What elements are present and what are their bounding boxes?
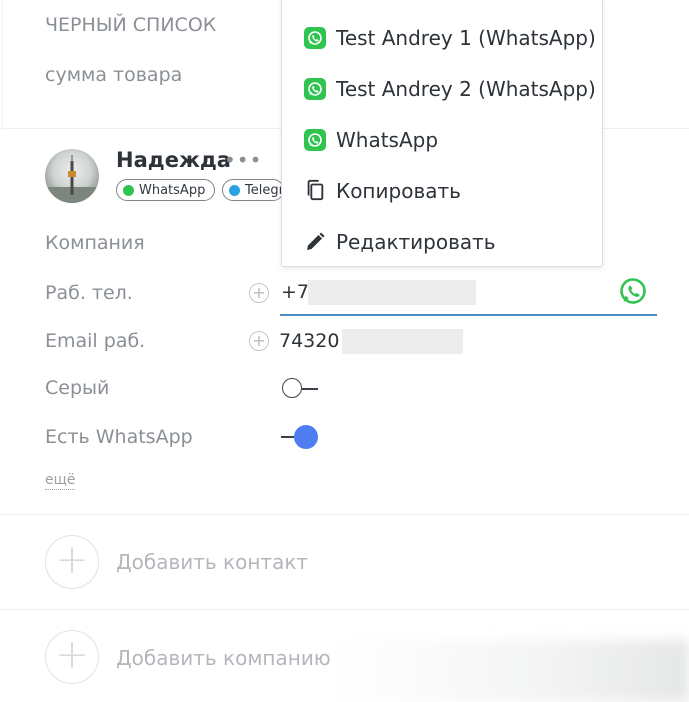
menu-item-copy[interactable]: Копировать xyxy=(282,169,602,213)
menu-item-test-andrey-1[interactable]: Test Andrey 1 (WhatsApp) xyxy=(282,16,602,60)
whatsapp-icon xyxy=(123,184,134,196)
contact-name[interactable]: Надежда xyxy=(116,148,231,172)
tower-photo xyxy=(45,155,99,203)
whatsapp-icon xyxy=(304,78,326,100)
add-contact-icon[interactable]: + xyxy=(45,535,99,589)
toggle-track xyxy=(302,388,318,390)
section-divider xyxy=(0,609,689,610)
add-company-button[interactable]: Добавить компанию xyxy=(116,646,331,670)
redacted-email xyxy=(342,329,463,354)
toggle-knob[interactable] xyxy=(282,378,302,398)
more-options-icon[interactable]: ••• xyxy=(224,148,262,172)
bottom-shadow xyxy=(330,640,689,702)
redacted-phone xyxy=(308,280,476,305)
whatsapp-icon xyxy=(304,27,326,49)
left-border xyxy=(2,0,3,130)
add-company-icon[interactable]: + xyxy=(45,630,99,684)
chip-label: Telegram xyxy=(245,182,284,198)
phone-input-underline xyxy=(280,314,657,316)
menu-item-label: WhatsApp xyxy=(336,128,439,152)
menu-item-whatsapp[interactable]: WhatsApp xyxy=(282,118,602,162)
work-email-label: Email раб. xyxy=(45,330,146,352)
company-label: Компания xyxy=(45,232,145,254)
pencil-icon xyxy=(307,232,325,250)
add-email-icon[interactable]: + xyxy=(249,331,269,351)
whatsapp-icon xyxy=(304,129,326,151)
chip-telegram[interactable]: Telegram xyxy=(222,179,284,201)
avatar[interactable] xyxy=(45,149,99,203)
menu-item-label: Test Andrey 2 (WhatsApp) xyxy=(336,77,596,101)
menu-item-label: Test Andrey 1 (WhatsApp) xyxy=(336,26,596,50)
add-contact-button[interactable]: Добавить контакт xyxy=(116,550,308,574)
menu-item-test-andrey-2[interactable]: Test Andrey 2 (WhatsApp) xyxy=(282,67,602,111)
add-phone-icon[interactable]: + xyxy=(249,283,269,303)
toggle-track xyxy=(281,436,295,438)
toggle-knob[interactable] xyxy=(294,425,318,449)
product-sum-label: сумма товара xyxy=(45,64,183,86)
more-link[interactable]: ещё xyxy=(45,472,76,490)
telegram-icon xyxy=(229,184,240,196)
menu-item-edit[interactable]: Редактировать xyxy=(282,220,602,264)
work-phone-label: Раб. тел. xyxy=(45,282,133,304)
blacklist-label: ЧЕРНЫЙ СПИСОК xyxy=(45,14,217,36)
copy-icon xyxy=(307,179,324,201)
menu-item-label: Редактировать xyxy=(336,230,496,254)
chip-label: WhatsApp xyxy=(139,182,206,198)
work-phone-value[interactable]: +7 xyxy=(281,281,309,303)
section-divider xyxy=(0,514,689,515)
gray-label: Серый xyxy=(45,377,110,399)
whatsapp-call-icon[interactable] xyxy=(619,277,647,305)
phone-actions-menu: Test Andrey 1 (WhatsApp) Test Andrey 2 (… xyxy=(281,0,603,267)
chip-whatsapp[interactable]: WhatsApp xyxy=(116,179,215,201)
menu-item-label: Копировать xyxy=(336,179,461,203)
work-email-value[interactable]: 74320 xyxy=(279,330,339,352)
has-whatsapp-label: Есть WhatsApp xyxy=(45,426,193,448)
